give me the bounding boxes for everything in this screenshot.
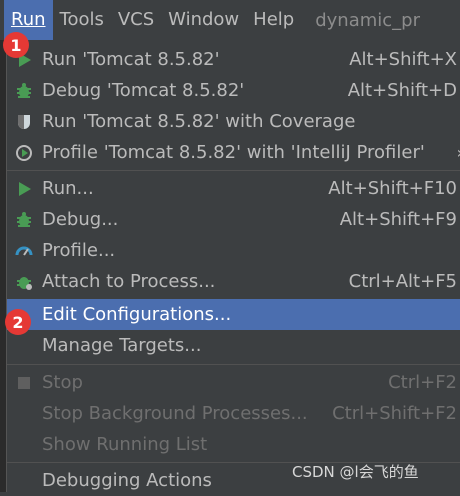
run-icon [11, 178, 37, 200]
coverage-icon [11, 111, 37, 133]
menu-item-label: Profile 'Tomcat 8.5.82' with 'IntelliJ P… [42, 142, 425, 163]
stop-icon [11, 372, 37, 394]
debug-icon [11, 209, 37, 231]
profile-gauge-icon [11, 240, 37, 262]
menu-item-label: Run 'Tomcat 8.5.82' with Coverage [42, 111, 356, 132]
menu-separator [7, 170, 460, 171]
menu-item-profile-ellipsis[interactable]: Profile... [7, 235, 460, 266]
menu-item-debug-tomcat[interactable]: Debug 'Tomcat 8.5.82' Alt+Shift+D [7, 75, 460, 106]
menu-item-shortcut: Alt+Shift+F9 [339, 209, 457, 230]
menu-item-shortcut: Ctrl+F2 [388, 372, 457, 393]
menu-item-attach-process[interactable]: Attach to Process... Ctrl+Alt+F5 [7, 266, 460, 297]
menu-item-label: Show Running List [42, 434, 208, 455]
run-dropdown-menu: Run 'Tomcat 8.5.82' Alt+Shift+X Debug 'T… [6, 40, 460, 492]
menu-item-shortcut: Alt+Shift+D [347, 80, 457, 101]
menu-item-stop[interactable]: Stop Ctrl+F2 [7, 367, 460, 398]
menu-item-shortcut: Alt+Shift+X [349, 49, 457, 70]
profiler-icon [11, 142, 37, 164]
menu-help[interactable]: Help [246, 0, 301, 40]
menu-help-label: Help [253, 9, 295, 30]
menu-item-run-ellipsis[interactable]: Run... Alt+Shift+F10 [7, 173, 460, 204]
menu-item-shortcut: Alt+Shift+F10 [328, 178, 457, 199]
menu-item-profile-intellij[interactable]: Profile 'Tomcat 8.5.82' with 'IntelliJ P… [7, 137, 460, 168]
menu-item-shortcut: Ctrl+Alt+F5 [348, 271, 457, 292]
menu-item-run-with-coverage[interactable]: Run 'Tomcat 8.5.82' with Coverage [7, 106, 460, 137]
menu-item-label: Run 'Tomcat 8.5.82' [42, 49, 220, 70]
menu-item-label: Run... [42, 178, 94, 199]
menu-item-stop-background[interactable]: Stop Background Processes... Ctrl+Shift+… [7, 398, 460, 429]
watermark: CSDN @l会飞的鱼 [292, 463, 419, 481]
chevron-right-icon: › [457, 143, 460, 162]
menu-item-label: Stop Background Processes... [42, 403, 308, 424]
menu-item-label: Debug... [42, 209, 119, 230]
menu-tools[interactable]: Tools [53, 0, 111, 40]
menu-item-label: Manage Targets... [42, 335, 202, 356]
step-badge-1: 1 [3, 32, 29, 58]
menu-run-label: Run [11, 9, 46, 30]
menu-item-run-tomcat[interactable]: Run 'Tomcat 8.5.82' Alt+Shift+X [7, 44, 460, 75]
menu-bar: Run Tools VCS Window Help dynamic_pr [0, 0, 460, 40]
menu-item-shortcut: Ctrl+Shift+F2 [332, 403, 457, 424]
menu-item-edit-configurations[interactable]: Edit Configurations... [7, 299, 460, 330]
menu-item-label: Edit Configurations... [42, 304, 232, 325]
menu-window[interactable]: Window [161, 0, 246, 40]
menu-item-show-running-list[interactable]: Show Running List [7, 429, 460, 460]
menu-item-label: Debug 'Tomcat 8.5.82' [42, 80, 245, 101]
debug-icon [11, 80, 37, 102]
attach-process-icon [11, 271, 37, 293]
menu-window-label: Window [168, 9, 240, 30]
menu-separator [7, 364, 460, 365]
project-title: dynamic_pr [315, 9, 420, 31]
menu-item-manage-targets[interactable]: Manage Targets... [7, 330, 460, 361]
menu-item-label: Attach to Process... [42, 271, 216, 292]
step-badge-2: 2 [5, 309, 31, 335]
menu-vcs-label: VCS [117, 9, 155, 30]
menu-item-debug-ellipsis[interactable]: Debug... Alt+Shift+F9 [7, 204, 460, 235]
menu-item-label: Stop [42, 372, 83, 393]
menu-item-label: Debugging Actions [42, 470, 212, 491]
menu-vcs[interactable]: VCS [111, 0, 161, 40]
menu-item-label: Profile... [42, 240, 116, 261]
menu-tools-label: Tools [59, 9, 104, 30]
